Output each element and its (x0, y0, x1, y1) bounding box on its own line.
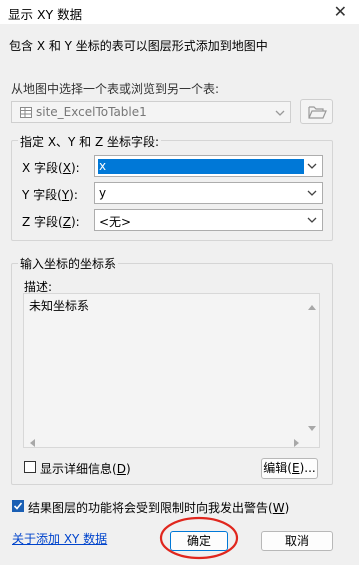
y-field-dropdown[interactable]: y (94, 182, 323, 204)
intro-text: 包含 X 和 Y 坐标的表可以图层形式添加到地图中 (9, 39, 268, 53)
close-icon[interactable]: ✕ (334, 2, 347, 21)
y-field-label: Y 字段(Y): (22, 188, 78, 202)
description-box[interactable]: 未知坐标系 (23, 293, 320, 448)
x-field-dropdown[interactable]: x (94, 155, 323, 177)
fields-group-legend: 指定 X、Y 和 Z 坐标字段: (18, 133, 162, 150)
warn-label: 结果图层的功能将会受到限制时向我发出警告(W) (28, 501, 290, 515)
table-icon (20, 107, 32, 118)
scroll-down-icon[interactable] (308, 421, 316, 435)
description-text: 未知坐标系 (29, 299, 90, 313)
coord-group-legend: 输入坐标的坐标系 (18, 255, 119, 272)
x-field-label: X 字段(X): (22, 161, 80, 175)
cancel-button[interactable]: 取消 (261, 531, 333, 551)
scroll-left-icon[interactable] (29, 436, 35, 450)
y-field-value: y (99, 186, 107, 200)
z-field-value: <无> (99, 215, 132, 229)
show-details-label: 显示详细信息(D) (40, 462, 131, 476)
edit-button[interactable]: 编辑(E)... (261, 458, 318, 479)
highlight-circle (159, 516, 239, 560)
checkmark-icon (13, 502, 23, 510)
vertical-scrollbar[interactable] (304, 294, 319, 432)
chevron-down-icon (305, 186, 319, 200)
chevron-down-icon (273, 106, 287, 120)
chevron-down-icon (305, 159, 319, 173)
z-field-label: Z 字段(Z): (22, 215, 80, 229)
window-title: 显示 XY 数据 (8, 7, 83, 22)
folder-open-icon (308, 104, 327, 125)
source-table-value: site_ExcelToTable1 (36, 105, 147, 119)
z-field-dropdown[interactable]: <无> (94, 209, 323, 231)
x-field-value: x (99, 159, 107, 173)
title-bar: 显示 XY 数据 ✕ (0, 0, 359, 24)
x-field-selection (98, 159, 304, 174)
source-table-dropdown[interactable]: site_ExcelToTable1 (11, 101, 291, 123)
scroll-up-icon[interactable] (308, 299, 316, 313)
about-link[interactable]: 关于添加 XY 数据 (12, 530, 107, 547)
source-label: 从地图中选择一个表或浏览到另一个表: (11, 82, 220, 96)
horizontal-scrollbar[interactable] (24, 432, 305, 447)
show-details-checkbox[interactable] (24, 461, 36, 473)
browse-button[interactable] (300, 99, 333, 124)
scroll-right-icon[interactable] (294, 436, 300, 450)
warn-checkbox[interactable] (12, 500, 24, 512)
chevron-down-icon (305, 213, 319, 227)
